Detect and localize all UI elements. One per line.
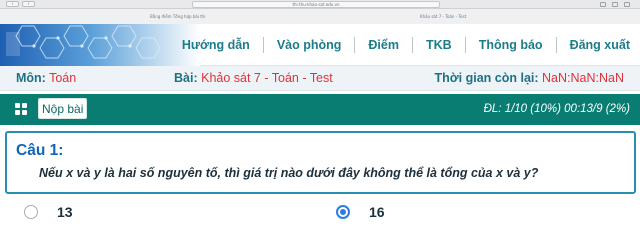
question-grid-icon[interactable] xyxy=(15,103,27,115)
nav-item-thong-bao[interactable]: Thông báo xyxy=(466,37,557,53)
address-bar[interactable]: thi-thu-khao-sat.edu.vn xyxy=(192,1,440,8)
browser-tab[interactable]: Bằng điểm Tổng hợp bài thi xyxy=(150,12,205,21)
browser-back-button[interactable]: ‹ xyxy=(6,1,19,7)
answer-radio-selected[interactable] xyxy=(336,205,350,219)
main-navigation: Hướng dẫn Vào phòng Điểm TKB Thông báo Đ… xyxy=(169,24,640,66)
answer-label: 13 xyxy=(57,204,73,220)
test-info: Bài: Khảo sát 7 - Toán - Test xyxy=(174,66,333,91)
test-value: Khảo sát 7 - Toán - Test xyxy=(201,71,333,85)
nav-item-vao-phong[interactable]: Vào phòng xyxy=(264,37,356,53)
answer-radio[interactable] xyxy=(24,205,38,219)
question-number: Câu 1: xyxy=(16,142,64,159)
nav-item-tkb[interactable]: TKB xyxy=(413,37,466,53)
subject-label: Môn: xyxy=(16,71,46,85)
answer-option-1[interactable]: 13 xyxy=(24,204,224,221)
time-remaining: Thời gian còn lại: NaN:NaN:NaN xyxy=(435,66,624,91)
tabs-overview-icon[interactable] xyxy=(624,2,630,7)
test-label: Bài: xyxy=(174,71,198,85)
new-tab-icon[interactable] xyxy=(612,2,618,7)
answer-options: 13 16 xyxy=(0,200,640,221)
time-value: NaN:NaN:NaN xyxy=(542,71,624,85)
progress-status: ĐL: 1/10 (10%) 00:13/9 (2%) xyxy=(483,103,630,115)
answer-option-2[interactable]: 16 xyxy=(336,204,536,221)
question-text: Nếu x và y là hai số nguyên tố, thì giá … xyxy=(39,166,539,180)
answer-label: 16 xyxy=(369,204,385,220)
submit-button[interactable]: Nộp bài xyxy=(38,98,88,119)
nav-item-huong-dan[interactable]: Hướng dẫn xyxy=(169,37,264,53)
browser-toolbar: ‹ › thi-thu-khao-sat.edu.vn xyxy=(0,0,640,9)
browser-tab[interactable]: Khảo sát 7 - Toán - Test xyxy=(420,12,466,21)
exam-info-bar: Môn: Toán Bài: Khảo sát 7 - Toán - Test … xyxy=(0,66,640,91)
browser-forward-button[interactable]: › xyxy=(22,1,35,7)
question-card: Câu 1: Nếu x và y là hai số nguyên tố, t… xyxy=(5,131,636,194)
browser-tab-strip: Bằng điểm Tổng hợp bài thi Khảo sát 7 - … xyxy=(0,9,640,24)
exam-toolbar: Nộp bài ĐL: 1/10 (10%) 00:13/9 (2%) xyxy=(0,94,640,125)
share-icon[interactable] xyxy=(600,2,606,7)
subject-value: Toán xyxy=(49,71,77,85)
nav-item-diem[interactable]: Điểm xyxy=(355,37,413,53)
subject-info: Môn: Toán xyxy=(16,66,76,91)
time-label: Thời gian còn lại: xyxy=(434,71,539,85)
nav-item-dang-xuat[interactable]: Đăng xuất xyxy=(557,37,640,53)
site-header: Hướng dẫn Vào phòng Điểm TKB Thông báo Đ… xyxy=(0,24,640,66)
